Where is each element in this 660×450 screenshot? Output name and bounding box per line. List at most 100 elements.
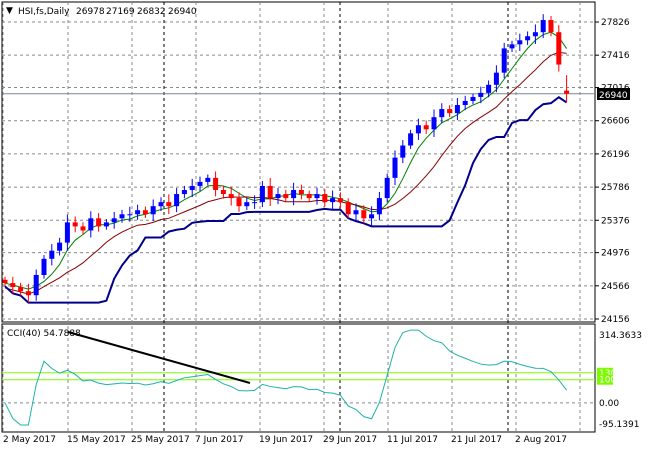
candle-body	[150, 206, 156, 215]
cci-tick: -95.1391	[599, 420, 639, 430]
price-tick: 26196	[601, 150, 630, 160]
candle-body	[330, 198, 336, 203]
header-close: 26940	[168, 7, 197, 17]
candle-body	[532, 32, 538, 37]
candle-body	[127, 214, 133, 216]
price-tick: 24976	[601, 249, 630, 259]
candle-body	[415, 125, 421, 134]
candle-body	[228, 194, 234, 199]
candle-body	[33, 274, 39, 296]
candle-body	[18, 287, 24, 292]
candle-body	[517, 40, 523, 45]
candle-body	[96, 218, 102, 227]
candle-body	[267, 185, 273, 199]
candle-body	[454, 105, 460, 114]
header-high: 27169	[106, 7, 135, 17]
date-label: 15 May 2017	[67, 435, 126, 445]
candle-body	[376, 198, 382, 215]
candle-body	[291, 190, 297, 199]
price-tick: 27416	[601, 51, 630, 61]
date-label: 2 May 2017	[3, 435, 56, 445]
cci-line	[4, 329, 567, 426]
candle-body	[88, 218, 94, 231]
candle-body	[135, 210, 141, 215]
header-symbol: HSI,fs,Daily	[18, 7, 70, 17]
candle-body	[337, 198, 343, 203]
candle-body	[119, 214, 125, 219]
candle-body	[213, 177, 219, 191]
candle-body	[345, 202, 351, 215]
price-tick: 25376	[601, 216, 630, 226]
candle-body	[41, 258, 47, 275]
candle-body	[306, 194, 312, 199]
chart-window: 2782627416270162660626196257862537624976…	[0, 0, 660, 450]
candle-body	[462, 100, 468, 106]
candle-body	[2, 279, 8, 284]
candle-body	[298, 190, 304, 195]
candle-body	[369, 214, 375, 219]
cci-tick: 100	[599, 376, 616, 386]
candle-body	[158, 202, 164, 207]
candle-body	[447, 109, 453, 114]
candle-body	[111, 218, 117, 223]
candle-body	[57, 242, 63, 251]
candle-body	[275, 194, 281, 199]
trendline[interactable]	[67, 331, 251, 384]
date-label: 7 Jun 2017	[195, 435, 243, 445]
candle-body	[564, 90, 570, 94]
candle-body	[509, 44, 515, 49]
cci-label: CCI(40) 54.7888	[7, 329, 81, 339]
candle-body	[353, 210, 359, 215]
date-label: 19 Jun 2017	[259, 435, 313, 445]
candle-body	[548, 20, 554, 33]
candle-body	[361, 210, 367, 219]
candle-body	[103, 222, 109, 227]
date-label: 21 Jul 2017	[451, 435, 502, 445]
candle-body	[205, 177, 211, 182]
candle-body	[501, 48, 507, 73]
ma-slow-line	[4, 51, 567, 295]
candle-body	[556, 32, 562, 65]
candle-body	[439, 109, 445, 118]
candle-body	[174, 194, 180, 207]
price-tick: 25786	[601, 183, 630, 193]
candle-body	[392, 157, 398, 178]
cci-tick: 314.3633	[599, 331, 642, 341]
candle-body	[322, 194, 328, 203]
candle-body	[220, 190, 226, 195]
candle-body	[283, 194, 289, 199]
candle-body	[408, 133, 414, 146]
collapse-triangle-icon[interactable]: ▼	[6, 6, 13, 16]
candle-body	[493, 72, 499, 85]
candle-body	[259, 185, 265, 203]
candle-body	[252, 202, 258, 204]
candle-body	[72, 222, 78, 227]
candle-body	[478, 92, 484, 97]
candle-body	[197, 181, 203, 186]
ma-fast-line	[4, 31, 568, 290]
candle-body	[64, 222, 70, 243]
candle-body	[486, 84, 492, 93]
candle-body	[384, 177, 390, 199]
candle-body	[80, 226, 86, 231]
candle-body	[314, 194, 320, 199]
candle-body	[540, 20, 546, 33]
header-low: 26832	[137, 7, 166, 17]
candle-body	[423, 125, 429, 130]
price-tick: 24156	[601, 315, 630, 325]
candle-body	[470, 96, 476, 101]
date-label: 25 May 2017	[131, 435, 190, 445]
candle-body	[181, 190, 187, 195]
candle-body	[431, 117, 437, 130]
candle-body	[189, 185, 195, 191]
candle-body	[236, 198, 242, 207]
price-tick: 27826	[601, 18, 630, 28]
price-tick: 26606	[601, 117, 630, 127]
header-open: 26978	[76, 7, 105, 17]
date-label: 11 Jul 2017	[387, 435, 438, 445]
candle-body	[400, 145, 406, 158]
date-label: 2 Aug 2017	[515, 435, 567, 445]
candle-body	[244, 202, 250, 207]
chart-canvas[interactable]: 2782627416270162660626196257862537624976…	[0, 0, 660, 450]
candle-body	[49, 250, 55, 259]
